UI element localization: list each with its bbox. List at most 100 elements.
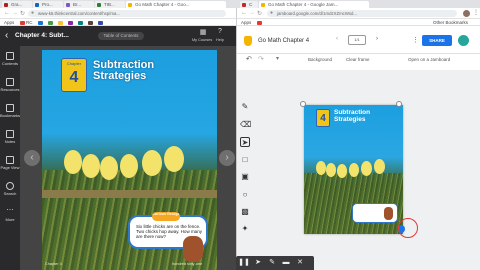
- circle-shape-icon[interactable]: ○: [240, 190, 250, 200]
- select-icon[interactable]: ➤: [240, 137, 250, 147]
- rail-more[interactable]: ⋯ More: [0, 206, 20, 226]
- chick-image: [337, 164, 347, 178]
- bookmark-rc[interactable]: RC: [26, 19, 33, 26]
- bookmark-icon[interactable]: [48, 20, 53, 25]
- redo-icon[interactable]: ↷: [258, 55, 264, 63]
- toolbar-divider: [236, 53, 480, 54]
- browser-tab[interactable]: Gra...: [2, 1, 32, 8]
- rail-search[interactable]: Search: [0, 180, 20, 200]
- bookmark-icon[interactable]: [88, 20, 93, 25]
- tab-favicon: [97, 2, 101, 7]
- chick-image: [349, 163, 359, 177]
- browser-tab[interactable]: Pro...: [33, 1, 63, 8]
- rail-notes[interactable]: Notes: [0, 128, 20, 148]
- highlighter-icon[interactable]: ▬: [280, 256, 292, 270]
- eraser-icon[interactable]: ⌫: [240, 120, 251, 130]
- bookmark-icon[interactable]: [58, 20, 63, 25]
- next-page-button[interactable]: ›: [219, 150, 235, 166]
- undo-icon[interactable]: ↶: [246, 55, 252, 63]
- profile-avatar[interactable]: [463, 10, 470, 17]
- close-icon[interactable]: ✕: [294, 256, 306, 270]
- bookmark-icon[interactable]: [20, 20, 25, 25]
- rail-bookmarks[interactable]: Bookmarks: [0, 102, 20, 122]
- fence-rail: [42, 190, 217, 198]
- left-url-input[interactable]: ● www-k6.thinkcentral.com/content/hsp/ma.…: [28, 10, 226, 17]
- browser-tab[interactable]: Br...: [64, 1, 94, 8]
- reload-icon[interactable]: ↻: [257, 10, 262, 17]
- my-courses-icon[interactable]: ▦: [196, 28, 210, 36]
- more-menu-icon[interactable]: ⋮: [412, 36, 419, 44]
- share-label: SHARE: [429, 38, 445, 43]
- bookmark-apps[interactable]: Apps: [241, 19, 251, 26]
- pen-icon[interactable]: ✎: [266, 256, 278, 270]
- clear-frame-button[interactable]: Clear frame: [346, 57, 370, 62]
- right-bookmarks-bar: Apps Other Bookmarks: [236, 19, 480, 26]
- help-icon[interactable]: ?: [218, 28, 222, 35]
- chevron-left-icon[interactable]: ‹: [5, 30, 8, 41]
- frame-image[interactable]: 4 Subtraction Strategies: [304, 105, 403, 234]
- bookmark-icon[interactable]: [38, 20, 43, 25]
- chevron-right-icon[interactable]: ›: [376, 36, 378, 42]
- prev-page-button[interactable]: ‹: [24, 150, 40, 166]
- sticky-note-icon[interactable]: □: [240, 155, 250, 165]
- cursor-highlight-ring: [398, 218, 418, 238]
- forward-icon[interactable]: →: [12, 10, 18, 16]
- more-menu-icon[interactable]: ⋮: [473, 9, 479, 16]
- browser-tab-active[interactable]: Go Math Chapter 4 - Google Jam...: [259, 1, 369, 8]
- rail-page-view[interactable]: Page View: [0, 154, 20, 174]
- page-selector[interactable]: Table of Contents: [98, 32, 144, 40]
- doc-title[interactable]: Go Math Chapter 4: [258, 38, 309, 44]
- chick-image: [100, 156, 118, 180]
- browser-tab-active[interactable]: Go Math Chapter 4 - Goo...: [126, 1, 226, 8]
- background-button[interactable]: Background: [308, 57, 332, 62]
- chick-image: [120, 154, 138, 178]
- pen-icon[interactable]: ✎: [240, 102, 250, 112]
- resize-handle[interactable]: [300, 101, 306, 107]
- chick-image: [316, 161, 326, 175]
- open-on-jamboard-button[interactable]: Open on a Jamboard: [408, 57, 450, 62]
- textbox-icon[interactable]: ▩: [240, 207, 250, 217]
- browser-tab[interactable]: C: [240, 1, 258, 8]
- bookmark-icon[interactable]: [78, 20, 83, 25]
- tab-label: Go Math Chapter 4 - Goo...: [135, 2, 190, 7]
- help-label[interactable]: Help: [216, 38, 224, 42]
- chapter-number: 4: [69, 69, 79, 86]
- chevron-left-icon[interactable]: ‹: [336, 36, 338, 42]
- frame-chapter-number: 4: [316, 109, 330, 127]
- pointer-icon[interactable]: ➤: [252, 256, 264, 270]
- book-title: Subtraction Strategies: [93, 60, 154, 82]
- image-icon[interactable]: ▣: [240, 172, 250, 182]
- other-bookmarks[interactable]: Other Bookmarks: [433, 19, 468, 26]
- pause-icon[interactable]: ❚❚: [238, 256, 250, 270]
- rail-contents[interactable]: Contents: [0, 50, 20, 70]
- bookmark-icon[interactable]: [68, 20, 73, 25]
- laser-icon[interactable]: ✦: [240, 224, 250, 234]
- tab-favicon: [261, 2, 265, 7]
- chevron-right-icon: ›: [225, 152, 229, 163]
- chick-image: [142, 150, 162, 176]
- frame-bar-button[interactable]: 1/1: [348, 35, 366, 45]
- chick-image: [164, 146, 184, 172]
- browser-tab[interactable]: TIB...: [95, 1, 125, 8]
- resize-handle[interactable]: [396, 101, 402, 107]
- back-icon[interactable]: ←: [4, 10, 10, 16]
- tab-favicon: [242, 2, 246, 7]
- bookmark-icon[interactable]: [257, 20, 262, 25]
- chevron-left-icon: ‹: [30, 152, 34, 163]
- avatar[interactable]: [458, 35, 469, 46]
- reload-icon[interactable]: ↻: [20, 10, 25, 17]
- rail-resources[interactable]: Resources: [0, 76, 20, 96]
- page-selector-label: Table of Contents: [103, 33, 139, 38]
- right-url-input[interactable]: ● jamboard.google.com/d/1mdzXZmcWsd...: [267, 10, 457, 17]
- chick-image: [361, 161, 372, 176]
- zoom-icon[interactable]: ▾: [276, 55, 279, 62]
- rail-label: More: [5, 217, 15, 222]
- bookmark-icon[interactable]: [98, 20, 103, 25]
- tab-favicon: [4, 2, 8, 7]
- share-button[interactable]: SHARE: [422, 35, 452, 46]
- my-courses-label[interactable]: My Courses: [192, 38, 212, 42]
- right-address-bar: ← → ↻ ● jamboard.google.com/d/1mdzXZmcWsd…: [236, 8, 480, 19]
- forward-icon[interactable]: →: [249, 10, 255, 16]
- back-icon[interactable]: ←: [241, 10, 247, 16]
- bookmark-apps[interactable]: Apps: [4, 19, 14, 26]
